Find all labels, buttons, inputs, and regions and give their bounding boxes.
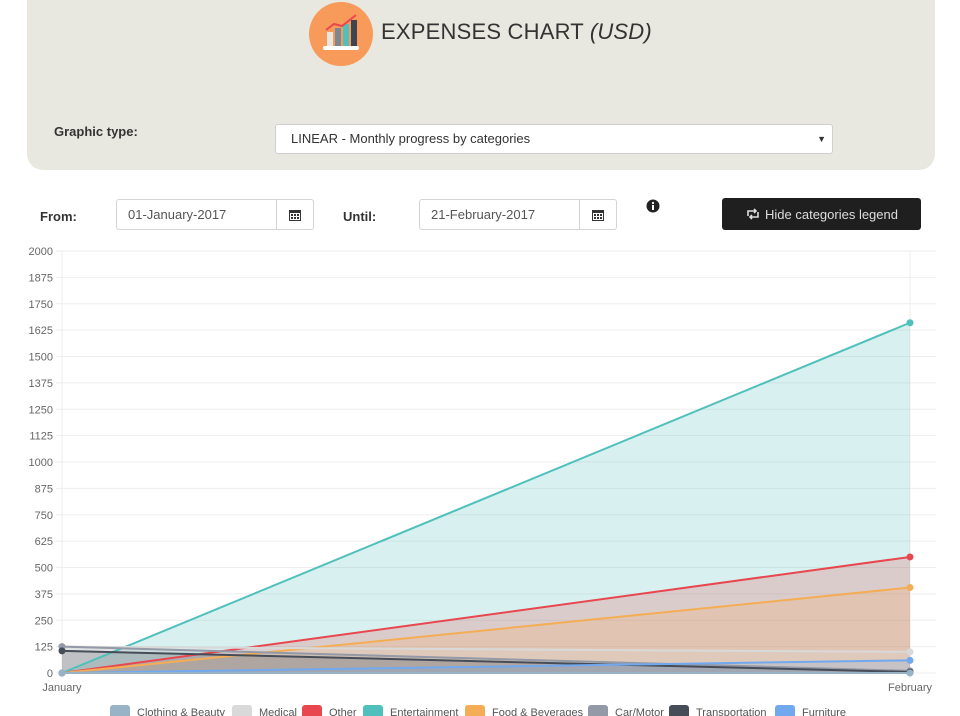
legend-label[interactable]: Other — [329, 707, 357, 716]
y-tick-label: 125 — [35, 642, 53, 654]
legend-label[interactable]: Furniture — [802, 707, 846, 716]
expenses-chart: 0 125 250 375 500 625 750 875 1000 1125 1250 1375 15… — [29, 246, 936, 716]
y-tick-label: 1000 — [29, 457, 53, 469]
data-point[interactable] — [906, 319, 914, 327]
x-tick-label: February — [888, 682, 933, 694]
legend-swatch[interactable] — [465, 705, 485, 716]
y-tick-label: 1750 — [29, 299, 53, 311]
y-tick-label: 500 — [35, 563, 53, 575]
y-tick-label: 250 — [35, 615, 53, 627]
legend-swatch[interactable] — [775, 705, 795, 716]
y-tick-label: 1125 — [29, 431, 53, 443]
y-tick-label: 1375 — [29, 378, 53, 390]
legend-label[interactable]: Medical — [259, 707, 297, 716]
data-point[interactable] — [906, 669, 914, 677]
legend-swatch[interactable] — [232, 705, 252, 716]
y-tick-label: 625 — [35, 536, 53, 548]
y-tick-label: 750 — [35, 510, 53, 522]
legend-label[interactable]: Food & Beverages — [492, 707, 584, 716]
y-tick-label: 875 — [35, 483, 53, 495]
legend-label[interactable]: Transportation — [696, 707, 767, 716]
legend-swatch[interactable] — [588, 705, 608, 716]
legend-label[interactable]: Clothing & Beauty — [137, 707, 226, 716]
y-tick-label: 1250 — [29, 404, 53, 416]
data-point[interactable] — [58, 647, 66, 655]
y-tick-label: 375 — [35, 589, 53, 601]
data-point[interactable] — [58, 669, 66, 677]
data-point[interactable] — [906, 553, 914, 561]
data-point[interactable] — [906, 656, 914, 664]
x-tick-label: January — [42, 682, 82, 694]
y-tick-label: 1500 — [29, 352, 53, 364]
y-tick-label: 1625 — [29, 325, 53, 337]
y-tick-label: 2000 — [29, 246, 53, 258]
legend-swatch[interactable] — [363, 705, 383, 716]
legend-label[interactable]: Entertainment — [390, 707, 458, 716]
data-point[interactable] — [906, 584, 914, 592]
legend-swatch[interactable] — [110, 705, 130, 716]
data-point[interactable] — [906, 648, 914, 656]
legend-label[interactable]: Car/Motor — [615, 707, 664, 716]
y-tick-label: 0 — [47, 668, 53, 680]
legend-swatch[interactable] — [302, 705, 322, 716]
legend-swatch[interactable] — [669, 705, 689, 716]
y-tick-label: 1875 — [29, 272, 53, 284]
